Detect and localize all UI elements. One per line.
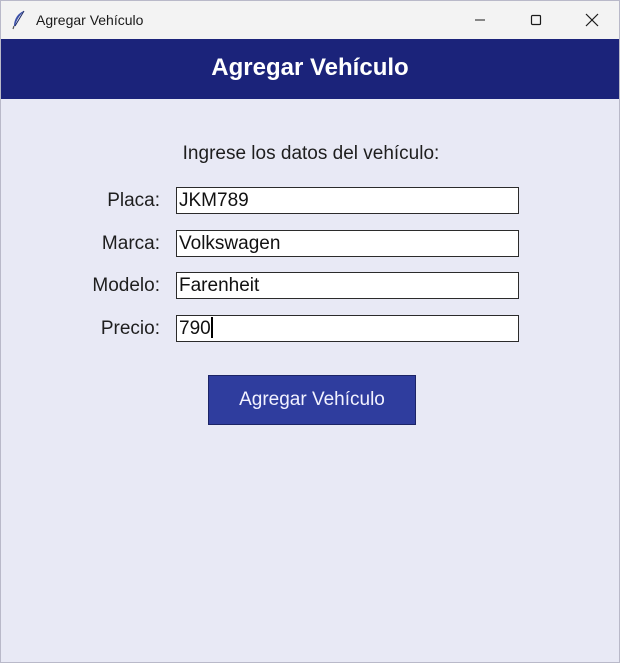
form-row-placa: Placa: JKM789 <box>1 187 620 215</box>
minimize-button[interactable] <box>452 1 508 39</box>
text-caret <box>210 317 213 338</box>
form-row-marca: Marca: Volkswagen <box>1 230 620 258</box>
placa-input[interactable]: JKM789 <box>176 187 519 214</box>
close-button[interactable] <box>564 1 620 39</box>
form-row-precio: Precio: 790 <box>1 315 620 343</box>
maximize-icon <box>530 14 542 26</box>
modelo-value: Farenheit <box>179 275 260 296</box>
feather-icon <box>12 10 25 30</box>
close-icon <box>585 13 599 27</box>
agregar-vehiculo-button[interactable]: Agregar Vehículo <box>208 375 416 425</box>
instructions-text: Ingrese los datos del vehículo: <box>182 143 440 164</box>
marca-label: Marca: <box>101 233 160 254</box>
precio-label: Precio: <box>100 318 160 339</box>
minimize-icon <box>475 19 485 21</box>
title-bar[interactable]: Agregar Vehículo <box>1 1 619 39</box>
form-row-modelo: Modelo: Farenheit <box>1 272 620 300</box>
marca-input[interactable]: Volkswagen <box>176 230 519 257</box>
modelo-input[interactable]: Farenheit <box>176 272 519 299</box>
marca-value: Volkswagen <box>179 233 281 254</box>
placa-value: JKM789 <box>179 190 249 211</box>
placa-label: Placa: <box>107 190 160 211</box>
maximize-button[interactable] <box>508 1 564 39</box>
header-banner: Agregar Vehículo <box>1 39 619 99</box>
modelo-label: Modelo: <box>92 275 160 296</box>
precio-input[interactable]: 790 <box>176 315 519 342</box>
precio-value: 790 <box>179 318 211 339</box>
app-window: Agregar Vehículo Agregar Vehículo Ingres… <box>0 0 620 663</box>
window-title: Agregar Vehículo <box>36 12 144 28</box>
page-title: Agregar Vehículo <box>211 54 409 81</box>
